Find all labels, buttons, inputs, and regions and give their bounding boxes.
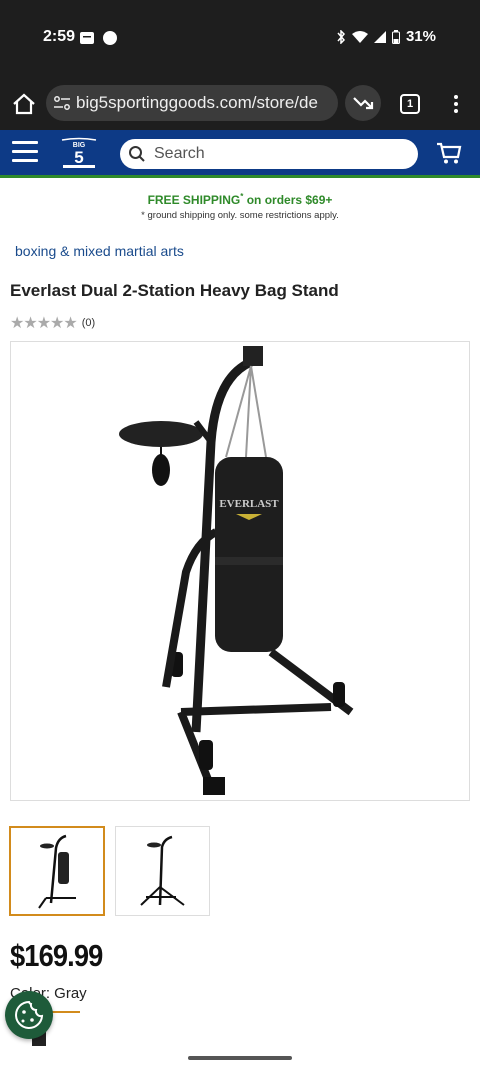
status-right: 31% bbox=[336, 28, 436, 45]
cart-icon[interactable] bbox=[436, 141, 462, 165]
shipping-headline: FREE SHIPPING* on orders $69+ bbox=[147, 192, 333, 207]
thumbnail-2-image bbox=[140, 835, 185, 906]
trending-down-icon bbox=[353, 97, 374, 110]
product-rating[interactable]: ★★★★★ (0) bbox=[10, 313, 95, 333]
cookie-settings-button[interactable] bbox=[5, 991, 53, 1039]
url-text: big5sportinggoods.com/store/de bbox=[76, 93, 318, 112]
more-menu-icon[interactable] bbox=[448, 92, 464, 116]
home-icon[interactable] bbox=[10, 90, 38, 118]
product-price: $169.99 bbox=[10, 938, 103, 973]
battery-percent: 31% bbox=[405, 28, 436, 45]
message-icon bbox=[80, 32, 94, 44]
dot-icon bbox=[103, 31, 117, 45]
gesture-home-indicator[interactable] bbox=[188, 1056, 292, 1060]
product-title: Everlast Dual 2-Station Heavy Bag Stand bbox=[10, 281, 339, 300]
heavy-bag-stand-image: EVERLAST bbox=[119, 346, 354, 795]
hamburger-menu-icon[interactable] bbox=[12, 141, 38, 163]
tab-switcher-button[interactable]: 1 bbox=[400, 94, 420, 114]
rating-stars: ★★★★★ bbox=[10, 315, 78, 332]
breadcrumb[interactable]: boxing & mixed martial arts bbox=[15, 243, 184, 259]
thumbnail-1[interactable] bbox=[9, 826, 105, 916]
status-bar: 2:59 31% bbox=[0, 0, 480, 80]
shipping-note: * ground shipping only. some restriction… bbox=[141, 210, 339, 221]
site-settings-icon[interactable] bbox=[54, 96, 70, 110]
browser-toolbar: big5sportinggoods.com/store/de 1 bbox=[0, 80, 480, 130]
thumbnail-1-image bbox=[38, 834, 76, 909]
site-header: BIG 5 Search bbox=[0, 130, 480, 178]
shipping-banner[interactable]: FREE SHIPPING* on orders $69+ * ground s… bbox=[0, 192, 480, 221]
search-icon bbox=[129, 146, 145, 162]
bluetooth-icon bbox=[337, 29, 345, 44]
wifi-icon bbox=[351, 30, 368, 43]
track-price-button[interactable] bbox=[345, 85, 381, 121]
status-time: 2:59 bbox=[43, 28, 76, 45]
big5-logo[interactable]: BIG 5 bbox=[60, 136, 98, 172]
search-input[interactable]: Search bbox=[120, 139, 418, 169]
thumbnail-2[interactable] bbox=[115, 826, 210, 916]
battery-icon bbox=[391, 29, 400, 44]
notification-icons bbox=[80, 30, 118, 46]
address-bar[interactable]: big5sportinggoods.com/store/de bbox=[46, 85, 338, 121]
search-placeholder: Search bbox=[154, 145, 205, 162]
svg-text:EVERLAST: EVERLAST bbox=[219, 498, 279, 510]
signal-icon bbox=[373, 30, 386, 43]
cookie-icon bbox=[15, 1000, 44, 1029]
svg-text:5: 5 bbox=[74, 148, 83, 167]
rating-count: (0) bbox=[81, 317, 96, 329]
product-main-image[interactable]: EVERLAST bbox=[10, 341, 470, 801]
